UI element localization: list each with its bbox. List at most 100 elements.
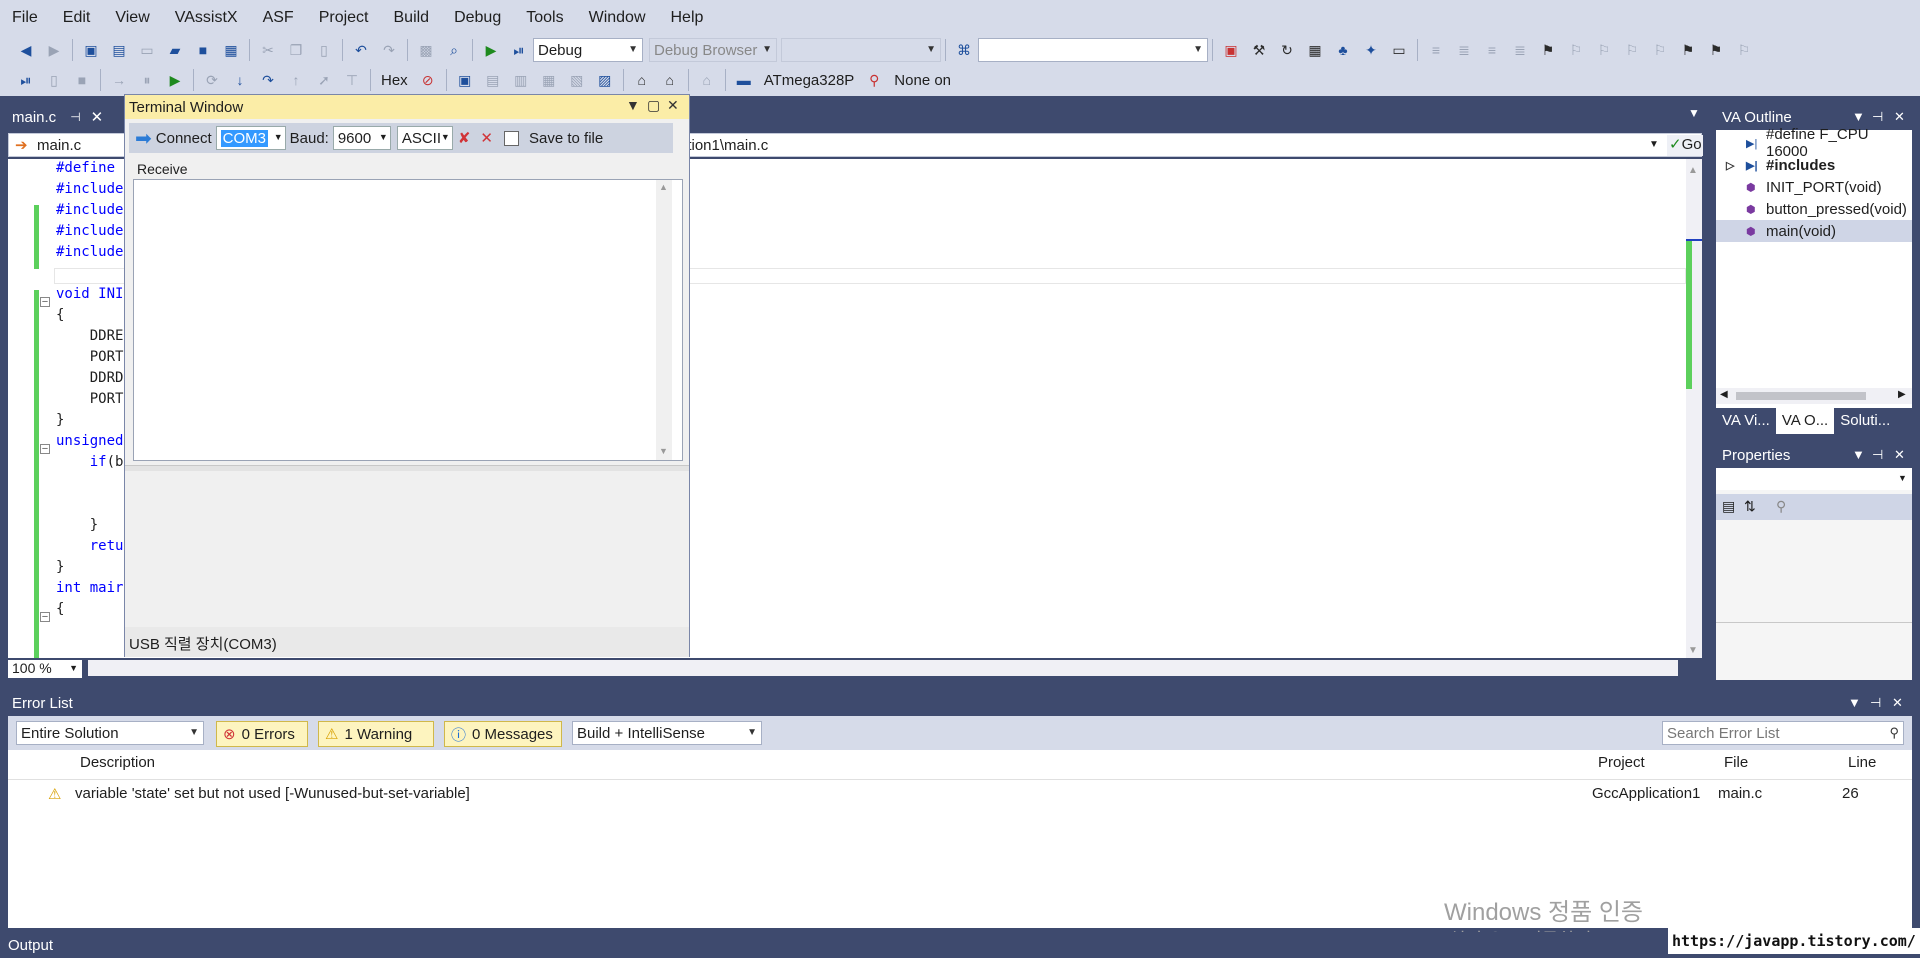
step-over-icon[interactable]: ⟳ (203, 71, 221, 89)
receive-textarea[interactable] (133, 179, 683, 461)
close-icon[interactable]: ✕ (667, 97, 679, 114)
expand-icon[interactable]: ▷ (1726, 159, 1734, 172)
tab-main-c[interactable]: main.c ⊣ ✕ (0, 104, 103, 130)
menu-view[interactable]: View (115, 9, 149, 27)
menu-file[interactable]: File (12, 9, 38, 27)
extensions-icon[interactable]: ✦ (1362, 41, 1380, 59)
dropdown-icon[interactable]: ▼ (1848, 695, 1861, 710)
batch-build-icon[interactable]: ⌂ (698, 71, 716, 89)
build-filter-select[interactable]: Build + IntelliSense ▼ (572, 721, 762, 745)
close-icon[interactable]: ✕ (91, 108, 104, 126)
column-project[interactable]: Project (1598, 754, 1645, 771)
menu-help[interactable]: Help (671, 9, 704, 27)
outline-horizontal-scrollbar[interactable]: ◀ ▶ (1716, 388, 1912, 404)
find-in-files-icon[interactable]: ⌘ (955, 41, 973, 59)
clear-bookmarks-icon[interactable]: ⚑ (1707, 41, 1725, 59)
categorized-icon[interactable]: ▤ (1722, 498, 1735, 515)
property-pages-icon[interactable]: ⚲ (1776, 498, 1786, 515)
maximize-icon[interactable]: ▢ (647, 97, 660, 114)
open-file-icon[interactable]: ▰ (166, 41, 184, 59)
toggle-bookmark-icon[interactable]: ⚐ (1735, 41, 1753, 59)
baud-select[interactable]: 9600 ▼ (332, 126, 391, 150)
team-icon[interactable]: ♣ (1334, 41, 1352, 59)
next-bookmark-folder-icon[interactable]: ⚐ (1651, 41, 1669, 59)
add-file-icon[interactable]: ▭ (138, 41, 156, 59)
outline-item-button-pressed[interactable]: ⬢ button_pressed(void) (1716, 198, 1912, 220)
step-into-icon[interactable]: ↓ (231, 71, 249, 89)
properties-object-select[interactable]: ▼ (1716, 468, 1912, 490)
outline-item-init-port[interactable]: ⬢ INIT_PORT(void) (1716, 176, 1912, 198)
disable-breakpoints-icon[interactable]: ⊘ (419, 71, 437, 89)
scope-select[interactable]: Entire Solution ▼ (16, 721, 204, 745)
menu-debug[interactable]: Debug (454, 9, 501, 27)
wrench-icon[interactable]: ⚒ (1250, 41, 1268, 59)
build-solution-icon[interactable]: ⌂ (661, 71, 679, 89)
run-to-cursor-icon[interactable]: ➚ (315, 71, 333, 89)
chevron-down-icon[interactable]: ▼ (1649, 139, 1659, 150)
memory-icon[interactable]: ▤ (484, 71, 502, 89)
pin-icon[interactable]: ⊣ (70, 110, 80, 124)
close-icon[interactable]: ✕ (1892, 695, 1903, 711)
nav-member-select[interactable]: ation1\main.c (679, 137, 768, 154)
pin-icon[interactable]: ⊣ (1870, 695, 1881, 711)
attach-icon[interactable]: ▯ (45, 71, 63, 89)
run-icon[interactable]: ▶ (166, 71, 184, 89)
search-error-input[interactable]: Search Error List ⚲ (1662, 721, 1904, 745)
save-icon[interactable]: ■ (194, 41, 212, 59)
back-icon[interactable]: ◀ (17, 41, 35, 59)
clear-all-icon[interactable]: ✕ (480, 129, 493, 147)
collapse-icon[interactable]: − (40, 444, 50, 455)
forward-icon[interactable]: ▶ (45, 41, 63, 59)
add-item-icon[interactable]: ▤ (110, 41, 128, 59)
prev-bookmark-icon[interactable]: ⚐ (1567, 41, 1585, 59)
disassembly-icon[interactable]: ▨ (596, 71, 614, 89)
menu-edit[interactable]: Edit (63, 9, 91, 27)
scroll-down-icon[interactable]: ▼ (659, 446, 668, 456)
terminal-title-bar[interactable]: Terminal Window ▼ ▢ ✕ (125, 95, 689, 119)
dropdown-icon[interactable]: ▼ (1852, 447, 1865, 462)
menu-project[interactable]: Project (319, 9, 369, 27)
pin-icon[interactable]: ⊣ (1872, 109, 1883, 125)
comment-icon[interactable]: ≡ (1483, 41, 1501, 59)
step-out-icon[interactable]: ↑ (287, 71, 305, 89)
collapse-icon[interactable]: − (40, 297, 50, 308)
tab-overflow-icon[interactable]: ▼ (1688, 106, 1700, 120)
start-debug-break-icon[interactable]: ⏯ (17, 71, 35, 89)
column-description[interactable]: Description (80, 754, 155, 771)
platform-select[interactable]: ▼ (781, 38, 941, 62)
stop-icon[interactable]: ■ (73, 71, 91, 89)
prev-bookmark-folder-icon[interactable]: ⚐ (1623, 41, 1641, 59)
scroll-left-icon[interactable]: ◀ (1720, 389, 1728, 400)
receive-scrollbar[interactable]: ▲ ▼ (656, 180, 672, 460)
encoding-select[interactable]: ASCII ▼ (396, 126, 453, 150)
menu-build[interactable]: Build (394, 9, 430, 27)
find-icon[interactable]: ⌕ (445, 41, 463, 59)
hex-toggle[interactable]: Hex (381, 72, 408, 89)
copy-icon[interactable]: ❐ (287, 41, 305, 59)
uncomment-icon[interactable]: ≣ (1511, 41, 1529, 59)
solution-explorer-icon[interactable]: ▣ (1222, 41, 1240, 59)
scroll-up-icon[interactable]: ▲ (659, 182, 668, 192)
indent-icon[interactable]: ≡ (1427, 41, 1445, 59)
next-bookmark-icon[interactable]: ⚐ (1595, 41, 1613, 59)
tab-va-view[interactable]: VA Vi... (1716, 408, 1776, 434)
outline-item-main[interactable]: ⬢ main(void) (1716, 220, 1912, 242)
configuration-select[interactable]: Debug ▼ (533, 38, 643, 62)
clear-receive-icon[interactable]: ✘ (458, 129, 471, 147)
reset-icon[interactable]: ⊤ (343, 71, 361, 89)
terminal-icon[interactable]: ▭ (1390, 41, 1408, 59)
outline-item-includes[interactable]: ▷ ▶| #includes (1716, 154, 1912, 176)
close-icon[interactable]: ✕ (1894, 447, 1905, 463)
device-programming-icon[interactable]: ▦ (1306, 41, 1324, 59)
column-line[interactable]: Line (1848, 754, 1876, 771)
outline-item-define[interactable]: ▶| #define F_CPU 16000 (1716, 126, 1912, 160)
connect-button[interactable]: Connect (156, 130, 212, 147)
close-icon[interactable]: ✕ (1894, 109, 1905, 125)
outdent-icon[interactable]: ≣ (1455, 41, 1473, 59)
editor-horizontal-scrollbar[interactable] (88, 660, 1678, 676)
io-view-icon[interactable]: ▦ (540, 71, 558, 89)
port-select[interactable]: COM3 ▼ (215, 126, 286, 150)
processor-icon[interactable]: ▧ (568, 71, 586, 89)
windows-icon[interactable]: ▣ (456, 71, 474, 89)
registers-icon[interactable]: ▥ (512, 71, 530, 89)
